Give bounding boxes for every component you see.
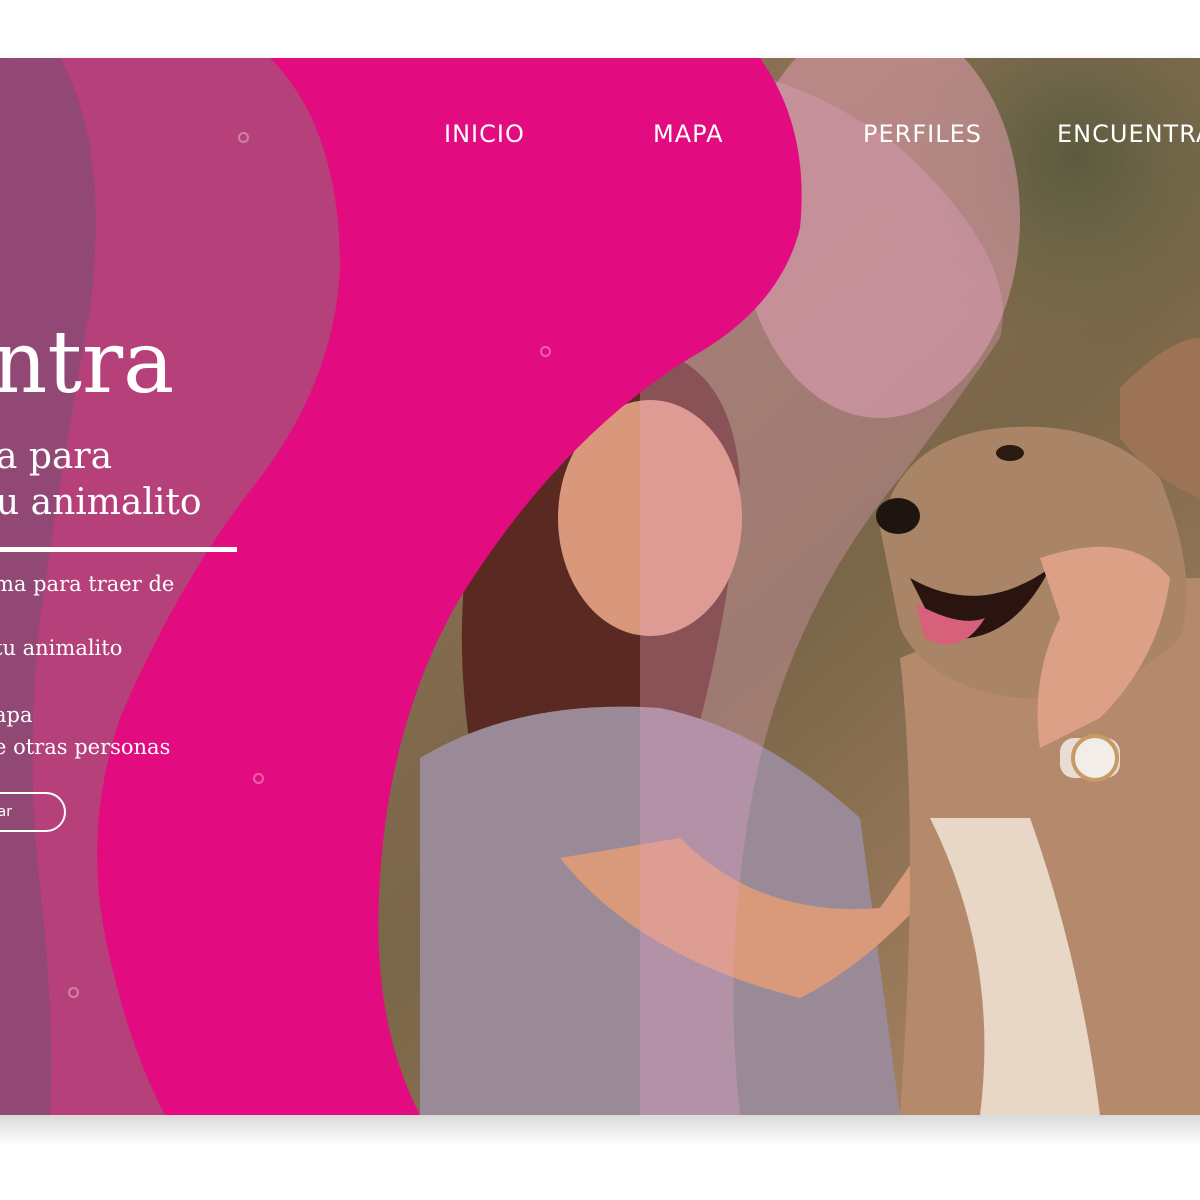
cta-button[interactable]: ar bbox=[0, 792, 66, 832]
feature-text: apa bbox=[0, 703, 33, 727]
feature-text: e otras personas bbox=[0, 735, 171, 759]
hero-title: ntra bbox=[0, 313, 175, 413]
feature-text: ma para traer de bbox=[0, 572, 175, 596]
feature-text: tu animalito bbox=[0, 636, 123, 660]
decor-dot bbox=[540, 346, 551, 357]
nav-encuentra[interactable]: ENCUENTRA bbox=[1057, 120, 1200, 148]
decor-dot bbox=[68, 987, 79, 998]
feature-item: ma para traer de bbox=[0, 568, 174, 600]
hero-subtitle-line2: u animalito bbox=[0, 482, 202, 523]
hero-subtitle: a para u animalito bbox=[0, 434, 202, 526]
decor-dot bbox=[253, 773, 264, 784]
nav-inicio[interactable]: INICIO bbox=[444, 120, 525, 148]
landing-page: INICIO MAPA PERFILES ENCUENTRA ntra a pa… bbox=[0, 58, 1200, 1115]
wave-decoration bbox=[0, 58, 1003, 1115]
feature-item: tu animalito bbox=[0, 632, 122, 664]
page-shadow bbox=[0, 1115, 1200, 1145]
decor-dot bbox=[238, 132, 249, 143]
hero-divider bbox=[0, 547, 237, 552]
feature-item: apa e otras personas bbox=[0, 699, 170, 763]
hero-subtitle-line1: a para bbox=[0, 436, 113, 477]
nav-mapa[interactable]: MAPA bbox=[653, 120, 723, 148]
nav-perfiles[interactable]: PERFILES bbox=[863, 120, 982, 148]
